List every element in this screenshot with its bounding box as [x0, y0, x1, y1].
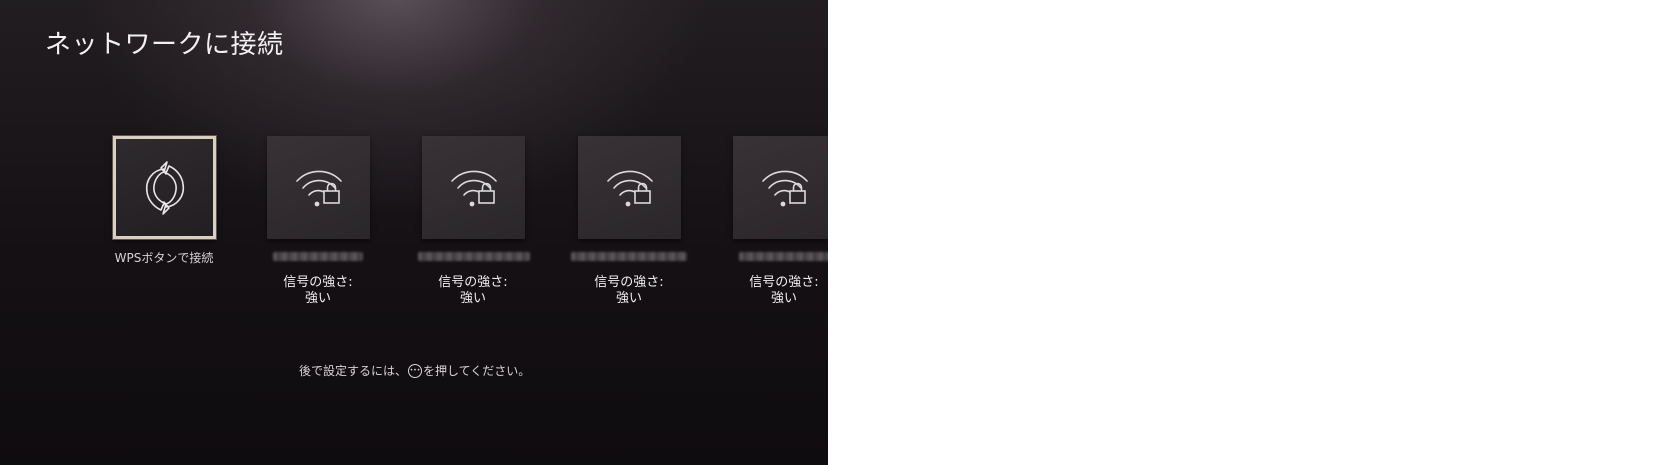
- signal-label: 信号の強さ:: [749, 275, 819, 290]
- signal-value: 強い: [459, 291, 486, 306]
- network-signal-3: 信号の強さ: 強い: [569, 275, 689, 307]
- network-item-2[interactable]: [422, 136, 525, 239]
- network-signal-2: 信号の強さ: 強い: [413, 275, 533, 307]
- network-item-1[interactable]: [267, 136, 370, 239]
- signal-value: 強い: [304, 291, 331, 306]
- network-ssid-1: [273, 252, 363, 261]
- page-title: ネットワークに接続: [45, 30, 284, 60]
- network-ssid-3: [571, 252, 687, 261]
- network-ssid-4: [739, 252, 828, 261]
- wifi-lock-icon: [606, 170, 653, 206]
- network-setup-screen: ネットワークに接続 WPSボタンで接続 信号の強さ: 強い 信号の強さ: 強い …: [0, 0, 828, 465]
- network-signal-1: 信号の強さ: 強い: [258, 275, 378, 307]
- hint-text-before: 後で設定するには、: [299, 364, 408, 378]
- hint-text-after: を押してください。: [423, 364, 531, 378]
- signal-value: 強い: [770, 291, 797, 306]
- wps-sync-icon: [145, 160, 184, 215]
- wifi-lock-icon: [450, 170, 497, 206]
- footer-hint: 後で設定するには、 ••• を押してください。: [299, 362, 530, 379]
- network-item-3[interactable]: [578, 136, 681, 239]
- signal-value: 強い: [615, 291, 642, 306]
- network-ssid-2: [418, 252, 530, 261]
- options-button-icon: •••: [408, 363, 423, 378]
- signal-label: 信号の強さ:: [283, 275, 353, 290]
- wifi-lock-icon: [295, 170, 342, 206]
- wps-connect-button[interactable]: [113, 136, 216, 239]
- network-item-4[interactable]: [733, 136, 828, 239]
- network-signal-4: 信号の強さ: 強い: [724, 275, 828, 307]
- wps-label: WPSボタンで接続: [114, 251, 214, 265]
- wifi-lock-icon: [761, 170, 808, 206]
- signal-label: 信号の強さ:: [438, 275, 508, 290]
- signal-label: 信号の強さ:: [594, 275, 664, 290]
